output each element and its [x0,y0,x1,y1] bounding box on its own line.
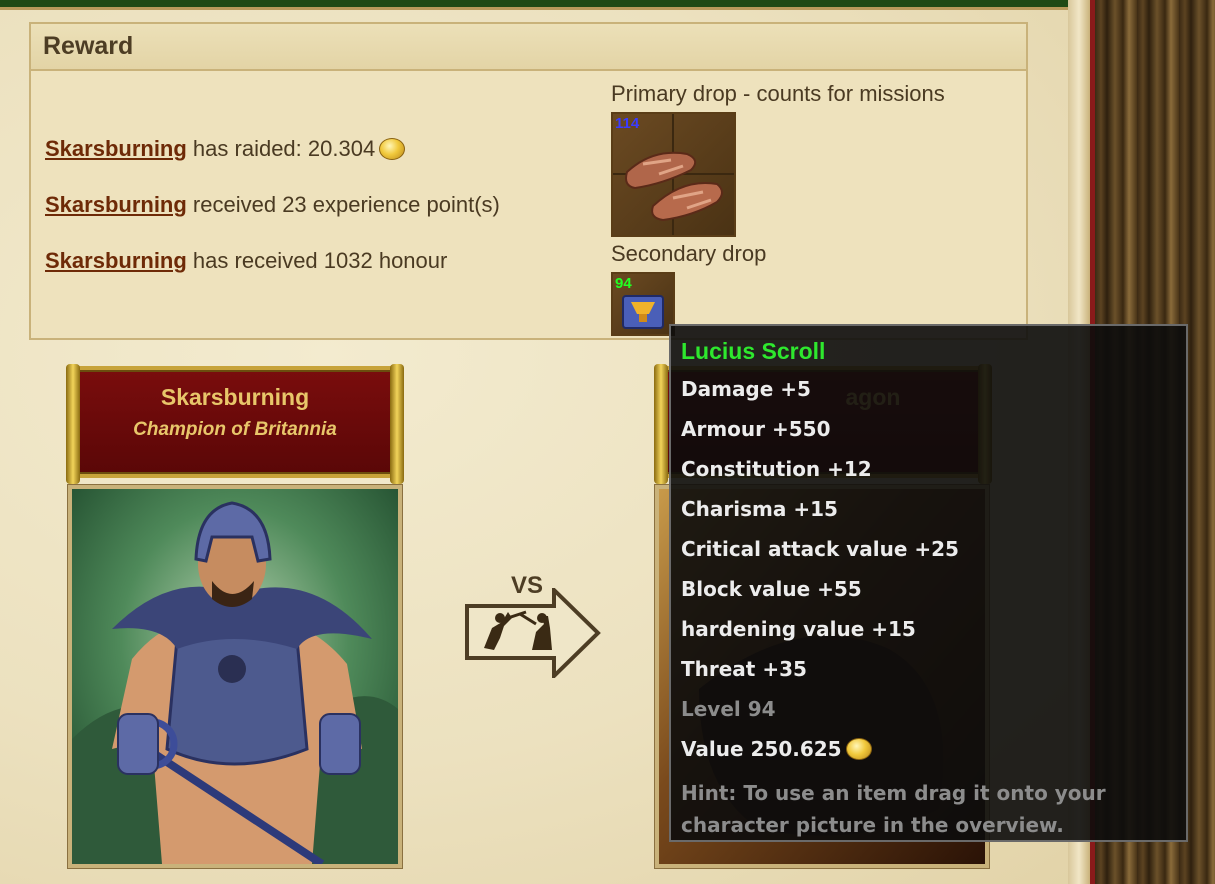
tooltip-stat: Block value +55 [681,577,862,601]
gold-coin-icon [379,138,406,160]
primary-drop-item[interactable]: 114 [611,112,736,237]
reward-xp-line: Skarsburning received 23 experience poin… [45,192,500,218]
tooltip-stat: hardening value +15 [681,617,916,641]
secondary-drop-item[interactable]: 94 [611,272,675,336]
gold-coin-icon [845,738,872,760]
tooltip-stat: Threat +35 [681,657,807,681]
reward-gold-line: Skarsburning has raided: 20.304 [45,136,406,162]
fighter-title: Champion of Britannia [133,419,337,440]
reward-honour-line: Skarsburning has received 1032 honour [45,248,447,274]
start-fight-button[interactable] [464,585,604,682]
player-link[interactable]: Skarsburning [45,192,187,217]
banner-cap [654,364,668,484]
tooltip-item-name: Lucius Scroll [681,338,826,364]
secondary-drop-label: Secondary drop [611,241,767,266]
tooltip-stat: Damage +5 [681,377,811,401]
player-link[interactable]: Skarsburning [45,248,187,273]
tooltip-stat: Charisma +15 [681,497,838,521]
tooltip-stat: Critical attack value +25 [681,537,959,561]
tooltip-level: Level 94 [681,697,776,721]
reward-panel: Reward Skarsburning has raided: 20.304 S… [29,22,1028,340]
duel-arrow-icon [465,585,601,681]
item-level-badge: 94 [615,275,632,292]
tooltip-hint: Hint: To use an item drag it onto your c… [681,781,1106,837]
item-tooltip: Lucius Scroll Damage +5 Armour +550 Cons… [669,324,1188,842]
item-level-badge: 114 [615,115,640,132]
top-bar [0,0,1068,10]
fighter-name: Skarsburning [160,384,310,410]
banner-cap [390,364,404,484]
fighter-banner: Skarsburning Champion of Britannia [66,364,404,484]
tooltip-value-text: Value 250.625 [681,737,842,761]
reward-gold-text: has raided: 20.304 [186,136,376,161]
tooltip-value: Value 250.625 [681,737,1176,777]
player-link[interactable]: Skarsburning [45,136,187,161]
reward-xp-text: received 23 experience point(s) [186,192,500,217]
reward-title: Reward [31,24,1026,71]
tooltip-stat: Armour +550 [681,417,831,441]
reward-honour-text: has received 1032 honour [186,248,448,273]
warrior-image [72,489,398,864]
sandals-icon [613,114,734,235]
tooltip-stat: Constitution +12 [681,457,872,481]
fighter-portrait[interactable] [68,485,402,868]
primary-drop-label: Primary drop - counts for missions [611,81,945,106]
banner-cap [66,364,80,484]
